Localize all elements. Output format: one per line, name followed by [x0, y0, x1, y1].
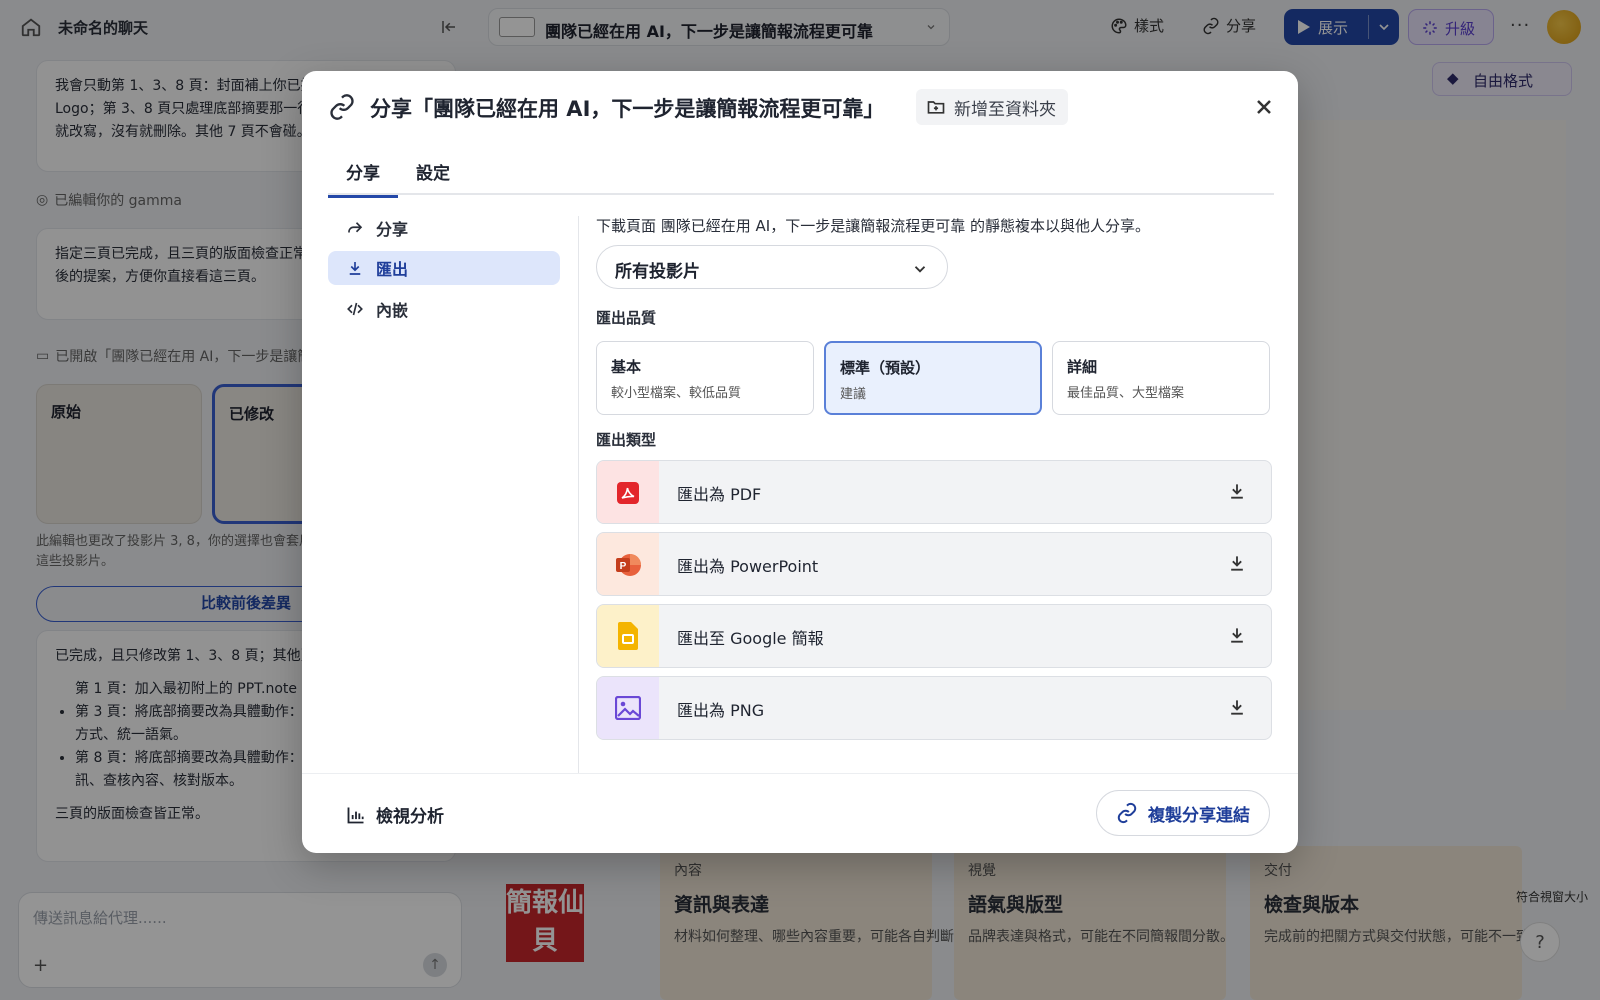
quality-option-basic[interactable]: 基本 較小型檔案、較低品質	[596, 341, 814, 415]
link-icon	[330, 94, 354, 120]
google-slides-icon-cell	[597, 605, 659, 667]
copy-share-link-button[interactable]: 複製分享連結	[1096, 790, 1270, 836]
view-analytics-button[interactable]: 檢視分析	[346, 802, 444, 827]
nav-item-share[interactable]: 分享	[328, 211, 560, 245]
quality-sub: 建議	[840, 387, 867, 402]
quality-sub: 較小型檔案、較低品質	[611, 386, 742, 401]
download-icon	[349, 262, 361, 275]
slides-select[interactable]: 所有投影片	[596, 245, 948, 289]
export-label: 匯出為 PNG	[677, 701, 765, 720]
download-icon	[1231, 484, 1243, 499]
chevron-down-icon	[914, 266, 926, 273]
copy-link-label: 複製分享連結	[1148, 805, 1250, 826]
tab-settings[interactable]: 設定	[416, 159, 450, 184]
dialog-tabs: 分享 設定	[328, 145, 1274, 198]
add-to-folder-label: 新增至資料夾	[954, 99, 1056, 120]
slides-select-value: 所有投影片	[615, 262, 700, 282]
export-label: 匯出為 PDF	[677, 485, 762, 504]
export-powerpoint-button[interactable]: P 匯出為 PowerPoint	[596, 532, 1272, 596]
export-label: 匯出至 Google 簡報	[677, 629, 824, 648]
svg-text:P: P	[620, 561, 627, 572]
nav-item-export[interactable]: 匯出	[328, 251, 560, 285]
export-description: 下載頁面 團隊已經在用 AI，下一步是讓簡報流程更可靠 的靜態複本以與他人分享。	[596, 217, 1150, 235]
powerpoint-icon-cell: P	[597, 533, 659, 595]
download-icon	[1231, 700, 1243, 715]
quality-name: 詳細	[1067, 358, 1098, 376]
type-label: 匯出類型	[596, 431, 657, 449]
export-pdf-button[interactable]: 匯出為 PDF	[596, 460, 1272, 524]
nav-item-label: 匯出	[376, 260, 409, 279]
divider	[578, 216, 579, 774]
share-dialog: 分享「團隊已經在用 AI，下一步是讓簡報流程更可靠」 新增至資料夾 分享 設定 …	[302, 71, 1298, 853]
export-png-button[interactable]: 匯出為 PNG	[596, 676, 1272, 740]
pdf-icon-cell	[597, 461, 659, 523]
download-icon	[1231, 556, 1243, 571]
quality-option-standard[interactable]: 標準（預設） 建議	[824, 341, 1042, 415]
nav-item-embed[interactable]: 內嵌	[328, 292, 560, 326]
quality-name: 標準（預設）	[840, 359, 931, 377]
export-google-slides-button[interactable]: 匯出至 Google 簡報	[596, 604, 1272, 668]
link-icon	[1117, 802, 1137, 824]
pdf-icon	[617, 482, 639, 504]
share-arrow-icon	[348, 222, 363, 233]
close-icon[interactable]	[1252, 95, 1276, 119]
nav-item-label: 內嵌	[376, 301, 409, 320]
analytics-label: 檢視分析	[376, 807, 444, 827]
quality-label: 匯出品質	[596, 309, 657, 327]
folder-plus-icon	[927, 101, 945, 114]
image-icon-cell	[597, 677, 659, 739]
export-label: 匯出為 PowerPoint	[677, 557, 819, 576]
download-icon	[1231, 628, 1243, 643]
dialog-title: 分享「團隊已經在用 AI，下一步是讓簡報流程更可靠」	[370, 97, 885, 121]
nav-item-label: 分享	[376, 220, 409, 239]
dialog-footer: 檢視分析 複製分享連結	[302, 773, 1298, 853]
image-icon	[615, 696, 641, 720]
quality-name: 基本	[611, 358, 642, 376]
quality-sub: 最佳品質、大型檔案	[1067, 386, 1185, 401]
powerpoint-icon: P	[616, 554, 641, 576]
code-icon	[347, 302, 363, 316]
bar-chart-icon	[347, 807, 364, 823]
quality-option-detailed[interactable]: 詳細 最佳品質、大型檔案	[1052, 341, 1270, 415]
tab-share[interactable]: 分享	[328, 159, 398, 198]
add-to-folder-button[interactable]: 新增至資料夾	[916, 89, 1068, 125]
google-slides-icon	[618, 622, 638, 650]
